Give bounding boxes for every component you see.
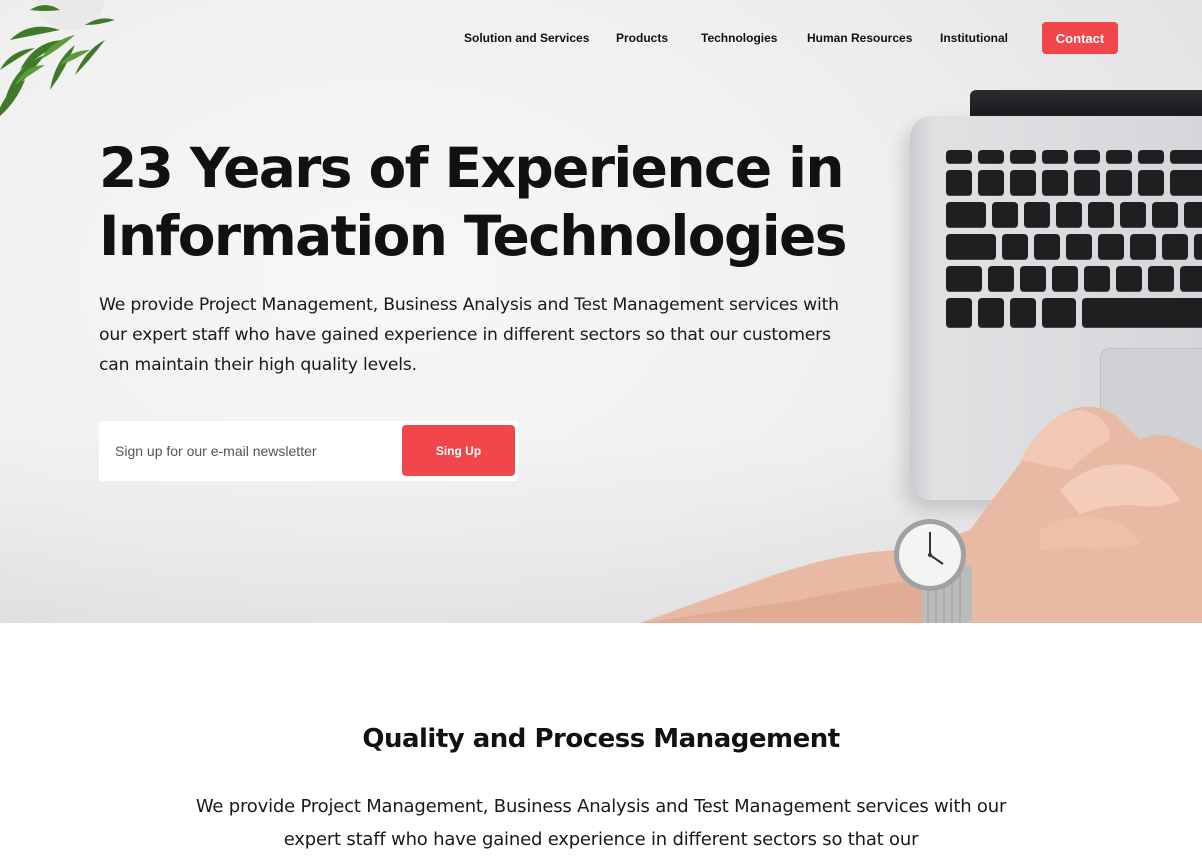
signup-button[interactable]: Sing Up bbox=[402, 425, 515, 476]
nav-item-institutional[interactable]: Institutional bbox=[940, 31, 1008, 45]
nav-item-technologies[interactable]: Technologies bbox=[701, 31, 777, 45]
hero-title: 23 Years of Experience in Information Te… bbox=[99, 136, 847, 268]
hero-description: We provide Project Management, Business … bbox=[99, 295, 839, 375]
nav-item-solution-and-services[interactable]: Solution and Services bbox=[464, 31, 589, 45]
nav-item-human-resources[interactable]: Human Resources bbox=[807, 31, 912, 45]
keyboard bbox=[940, 142, 1202, 332]
top-navigation: Solution and Services Products Technolog… bbox=[0, 0, 1202, 76]
section-description: We provide Project Management, Business … bbox=[195, 796, 1007, 850]
hands-with-watch-icon bbox=[640, 406, 1202, 623]
newsletter-email-input[interactable] bbox=[99, 421, 399, 481]
contact-button[interactable]: Contact bbox=[1042, 22, 1118, 54]
nav-item-products[interactable]: Products bbox=[616, 31, 668, 45]
section-title: Quality and Process Management bbox=[362, 724, 840, 754]
newsletter-form: Sing Up bbox=[99, 421, 518, 481]
